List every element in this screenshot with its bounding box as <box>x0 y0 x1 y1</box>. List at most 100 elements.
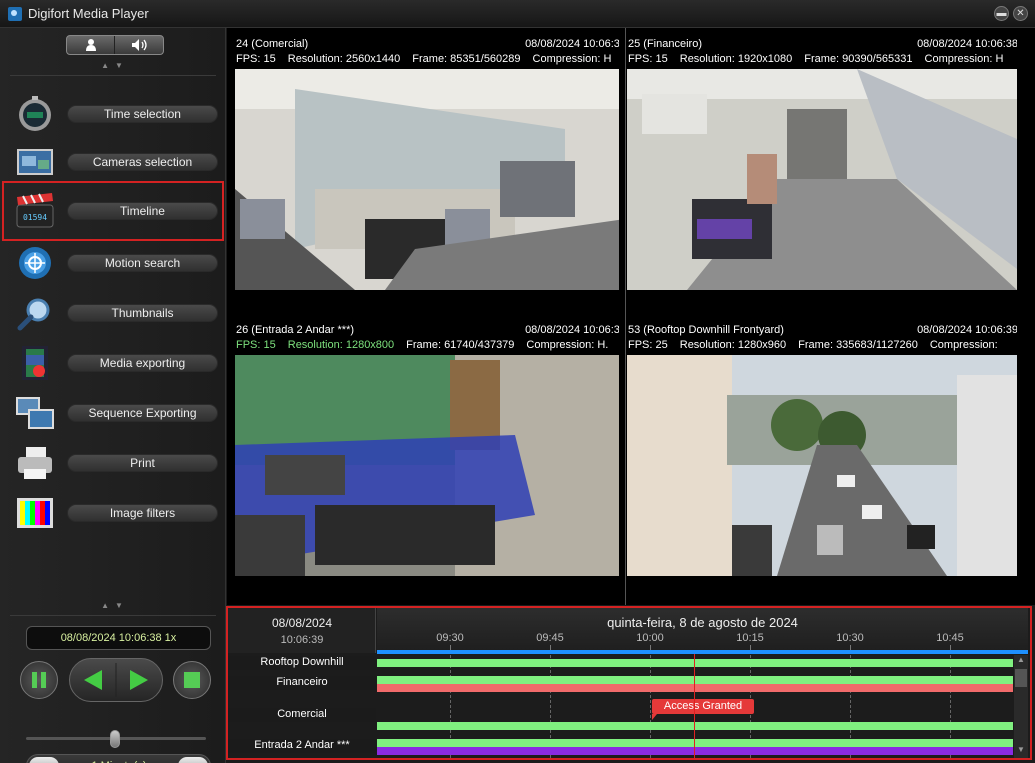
camera-images-icon <box>17 149 53 175</box>
app-title: Digifort Media Player <box>28 6 149 21</box>
camera-frame: Frame: 85351/560289 <box>412 53 521 65</box>
interval-label: 1 Minute(s) <box>65 755 173 763</box>
video-grid: 24 (Comercial) 08/08/2024 10:06:38 FPS: 1… <box>227 28 1035 605</box>
camera-compression: Compression: H. <box>526 339 609 351</box>
image-stack-icon <box>16 397 54 429</box>
stopwatch-icon <box>19 96 51 131</box>
camera-datetime: 08/08/2024 10:06:39 <box>917 324 1017 336</box>
scroll-up-icon[interactable]: ▲ <box>1014 655 1028 664</box>
player-controls: 08/08/2024 10:06:38 1x ⬅ 1 Minute(s) ➡ <box>0 620 226 763</box>
scroll-down-icon[interactable]: ▼ <box>1014 745 1028 754</box>
stop-button[interactable] <box>173 661 211 699</box>
timeline-playhead[interactable] <box>694 654 695 758</box>
recording-bar[interactable] <box>377 739 1013 747</box>
scroll-arrows-bottom[interactable]: ▲▼ <box>100 601 130 610</box>
close-button[interactable]: ✕ <box>1013 6 1028 21</box>
menu-sequence-exporting[interactable]: Sequence Exporting <box>4 391 222 435</box>
camera-compression: Compression: H <box>924 53 1004 65</box>
track-label: Entrada 2 Andar *** <box>228 739 376 753</box>
camera-feed-image <box>627 355 1017 576</box>
menu-label: Cameras selection <box>67 153 218 171</box>
alarm-bar[interactable] <box>377 747 1013 755</box>
menu-label: Sequence Exporting <box>67 404 218 422</box>
recording-bar[interactable] <box>377 676 1013 684</box>
menu-label: Print <box>67 454 218 472</box>
camera-frame: Frame: 90390/565331 <box>804 53 913 65</box>
divider <box>10 615 216 616</box>
scroll-thumb[interactable] <box>1015 669 1027 687</box>
menu-label: Motion search <box>67 254 218 272</box>
motion-search-icon <box>19 247 51 279</box>
motion-bar[interactable] <box>377 684 1013 692</box>
menu-print[interactable]: Print <box>4 441 222 485</box>
camera-tile-comercial[interactable]: 24 (Comercial) 08/08/2024 10:06:38 FPS: 1… <box>227 28 625 314</box>
time-tick: 10:45 <box>936 632 964 644</box>
recording-bar[interactable] <box>377 722 1013 730</box>
time-tick: 10:00 <box>636 632 664 644</box>
camera-datetime: 08/08/2024 10:06:38 <box>917 38 1017 50</box>
menu-image-filters[interactable]: Image filters <box>4 491 222 535</box>
printer-icon <box>18 447 52 479</box>
menu-time-selection[interactable]: Time selection <box>4 92 222 136</box>
timeline-time: 10:06:39 <box>280 634 324 646</box>
interval-prev-button[interactable]: ⬅ <box>29 757 59 763</box>
interval-next-button[interactable]: ➡ <box>178 757 208 763</box>
speaker-icon[interactable] <box>116 36 164 54</box>
camera-name: 24 (Comercial) <box>236 38 309 50</box>
camera-name: 26 (Entrada 2 Andar ***) <box>236 324 355 336</box>
menu-media-exporting[interactable]: Media exporting <box>4 341 222 385</box>
camera-compression: Compression: H <box>532 53 612 65</box>
camera-frame: Frame: 61740/437379 <box>406 339 515 351</box>
menu-motion-search[interactable]: Motion search <box>4 241 222 285</box>
menu-cameras-selection[interactable]: Cameras selection <box>4 140 222 184</box>
menu-thumbnails[interactable]: Thumbnails <box>4 291 222 335</box>
camera-datetime: 08/08/2024 10:06:38 <box>525 38 625 50</box>
pause-icon <box>32 672 46 688</box>
timeline-full-date: quinta-feira, 8 de agosto de 2024 <box>607 615 798 630</box>
camera-fps: FPS: 15 <box>236 339 276 351</box>
timeline-date: 08/08/2024 <box>271 616 333 630</box>
time-tick: 09:30 <box>436 632 464 644</box>
camera-datetime: 08/08/2024 10:06:39 <box>525 324 625 336</box>
mode-toggle[interactable] <box>66 35 164 55</box>
title-bar: Digifort Media Player ▬ ✕ <box>0 0 1035 28</box>
camera-feed-image <box>627 69 1017 290</box>
camera-frame: Frame: 335683/1127260 <box>798 339 918 351</box>
magnifier-icon <box>17 298 50 331</box>
camera-tile-financeiro[interactable]: 25 (Financeiro) 08/08/2024 10:06:38 FPS: … <box>619 28 1017 314</box>
timeline-range-bar <box>377 650 1028 654</box>
time-tick: 10:30 <box>836 632 864 644</box>
menu-label: Thumbnails <box>67 304 218 322</box>
camera-fps: FPS: 15 <box>236 53 276 65</box>
stop-icon <box>184 672 200 688</box>
camera-tile-rooftop[interactable]: 53 (Rooftop Downhill Frontyard) 08/08/202… <box>619 314 1017 600</box>
speed-slider-thumb[interactable] <box>110 730 120 748</box>
camera-resolution: Resolution: 1280x960 <box>679 339 787 351</box>
timeline-scrollbar[interactable]: ▲ ▼ <box>1014 655 1028 758</box>
sidebar: ▲▼ Time selection Cameras selection 0159… <box>0 28 226 763</box>
camera-tile-entrada[interactable]: 26 (Entrada 2 Andar ***) 08/08/2024 10:06… <box>227 314 625 600</box>
user-icon[interactable] <box>67 36 115 54</box>
camera-resolution: Resolution: 1920x1080 <box>679 53 793 65</box>
timeline-ruler[interactable]: quinta-feira, 8 de agosto de 2024 09:30 … <box>377 608 1028 653</box>
pause-button[interactable] <box>20 661 58 699</box>
camera-feed-image <box>235 355 625 576</box>
access-granted-event[interactable]: Access Granted <box>652 699 754 720</box>
timeline-highlight <box>2 181 224 241</box>
timeline-panel: 08/08/2024 10:06:39 quinta-feira, 8 de a… <box>226 606 1032 760</box>
track-label: Financeiro <box>228 676 376 690</box>
camera-fps: FPS: 25 <box>628 339 668 351</box>
color-bars-icon <box>17 498 53 528</box>
recording-bar[interactable] <box>377 659 1013 667</box>
time-tick: 10:15 <box>736 632 764 644</box>
menu-label: Image filters <box>67 504 218 522</box>
minimize-button[interactable]: ▬ <box>994 6 1009 21</box>
camera-name: 25 (Financeiro) <box>628 38 702 50</box>
scroll-arrows-top[interactable]: ▲▼ <box>100 61 130 70</box>
play-backward-button[interactable] <box>70 659 116 701</box>
track-label: Comercial <box>228 708 376 722</box>
play-forward-button[interactable] <box>116 659 162 701</box>
track-label: Rooftop Downhill <box>228 656 376 670</box>
menu-label: Media exporting <box>67 354 218 372</box>
camera-resolution: Resolution: 1280x800 <box>287 339 395 351</box>
